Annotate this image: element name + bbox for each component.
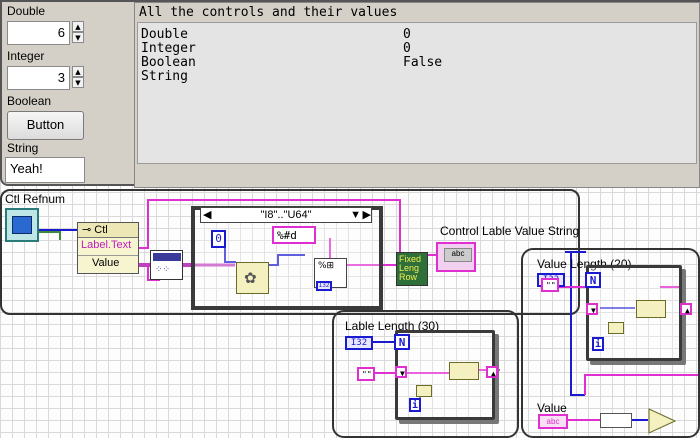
boolean-label: Boolean [7,94,52,108]
increment-arrow-icon[interactable]: ▲ [72,21,84,32]
property-label-text[interactable]: Label.Text [78,239,138,256]
decrement-arrow-icon[interactable]: ▼ [72,77,84,88]
boolean-button[interactable]: Button [7,111,84,140]
value-terminal-label: Value [537,401,567,415]
variant-node-icon[interactable]: ⁘⁘ [150,250,183,280]
controls-values-indicator: All the controls and their values Double… [134,2,700,188]
format-string-constant[interactable]: %#d [272,226,316,244]
ctl-refnum-label: Ctl Refnum [5,192,66,206]
case-decrement-icon[interactable]: ◀ [203,208,211,222]
indicator-row: Double 0 [141,27,411,42]
value-concat-function[interactable] [636,300,666,318]
front-panel: Double 6 ▲ ▼ Integer 3 ▲ ▼ Boolean Butto… [0,0,700,188]
indicator-row: Integer 0 [141,41,411,56]
value-shift-register-right[interactable]: ▲ [680,303,692,315]
format-glyph-icon: %⊞ [318,261,335,271]
value-string-terminal[interactable]: abc [538,414,568,429]
value-space-constant[interactable] [608,322,624,334]
label-iteration-terminal: i [409,398,421,412]
label-length-i32-tag: I32 [345,336,373,350]
ctl-refnum-terminal[interactable] [5,208,39,242]
property-node[interactable]: ⊸ Ctl Label.Text Value [77,222,139,274]
variant-header [153,253,181,261]
increment-arrow-icon[interactable]: ▲ [72,66,84,77]
integer-spinner[interactable]: ▲ ▼ [72,66,84,90]
variant-glyph-icon: ⁘⁘ [155,264,171,274]
i32-small-tag: I32 [316,281,332,291]
value-shift-register-left[interactable]: ▼ [586,303,598,315]
indicator-row: Boolean False [141,55,443,70]
zero-constant[interactable]: 0 [211,230,226,248]
output-string-indicator[interactable]: abc [436,242,476,272]
double-control[interactable]: 6 [7,21,70,45]
double-spinner[interactable]: ▲ ▼ [72,21,84,45]
case-selector[interactable]: ◀ "I8".."U64" ▼ ▶ [200,207,372,223]
string-length-function[interactable] [600,413,632,428]
output-abc-tag: abc [444,248,472,262]
fixed-length-row-subvi[interactable]: Fixed Leng Row [396,252,428,286]
chevron-down-icon[interactable]: ▼ [350,208,361,222]
integer-label: Integer [7,49,45,63]
property-node-header: ⊸ Ctl [78,223,138,238]
decrement-arrow-icon[interactable]: ▼ [72,32,84,43]
value-empty-string-constant[interactable]: "" [541,278,559,292]
integer-control[interactable]: 3 [7,66,70,90]
key-icon: ⊸ [82,224,92,236]
value-loop-count-terminal[interactable]: N [585,272,601,288]
label-shift-register-right[interactable]: ▲ [486,366,498,378]
label-loop-count-terminal[interactable]: N [394,334,410,350]
label-space-constant[interactable] [416,385,432,397]
label-concat-function[interactable] [449,362,479,380]
string-control[interactable]: Yeah! [5,157,85,183]
indicator-title: All the controls and their values [139,5,398,20]
double-label: Double [7,4,46,18]
compare-function[interactable] [648,408,676,434]
number-to-string-function[interactable]: ✿ [236,262,269,294]
case-increment-icon[interactable]: ▶ [363,208,371,222]
indicator-row: String [141,69,188,84]
gear-icon: ✿ [244,269,257,287]
property-value[interactable]: Value [78,257,138,273]
value-iteration-terminal: i [592,337,604,351]
output-label: Control Lable Value String [440,224,580,238]
refnum-icon [12,216,32,234]
label-shift-register-left[interactable]: ▼ [395,366,407,378]
indicator-text: Double 0 Integer 0 Boolean False String [137,22,697,164]
label-empty-string-constant[interactable]: "" [357,367,375,381]
string-label: String [7,141,39,155]
